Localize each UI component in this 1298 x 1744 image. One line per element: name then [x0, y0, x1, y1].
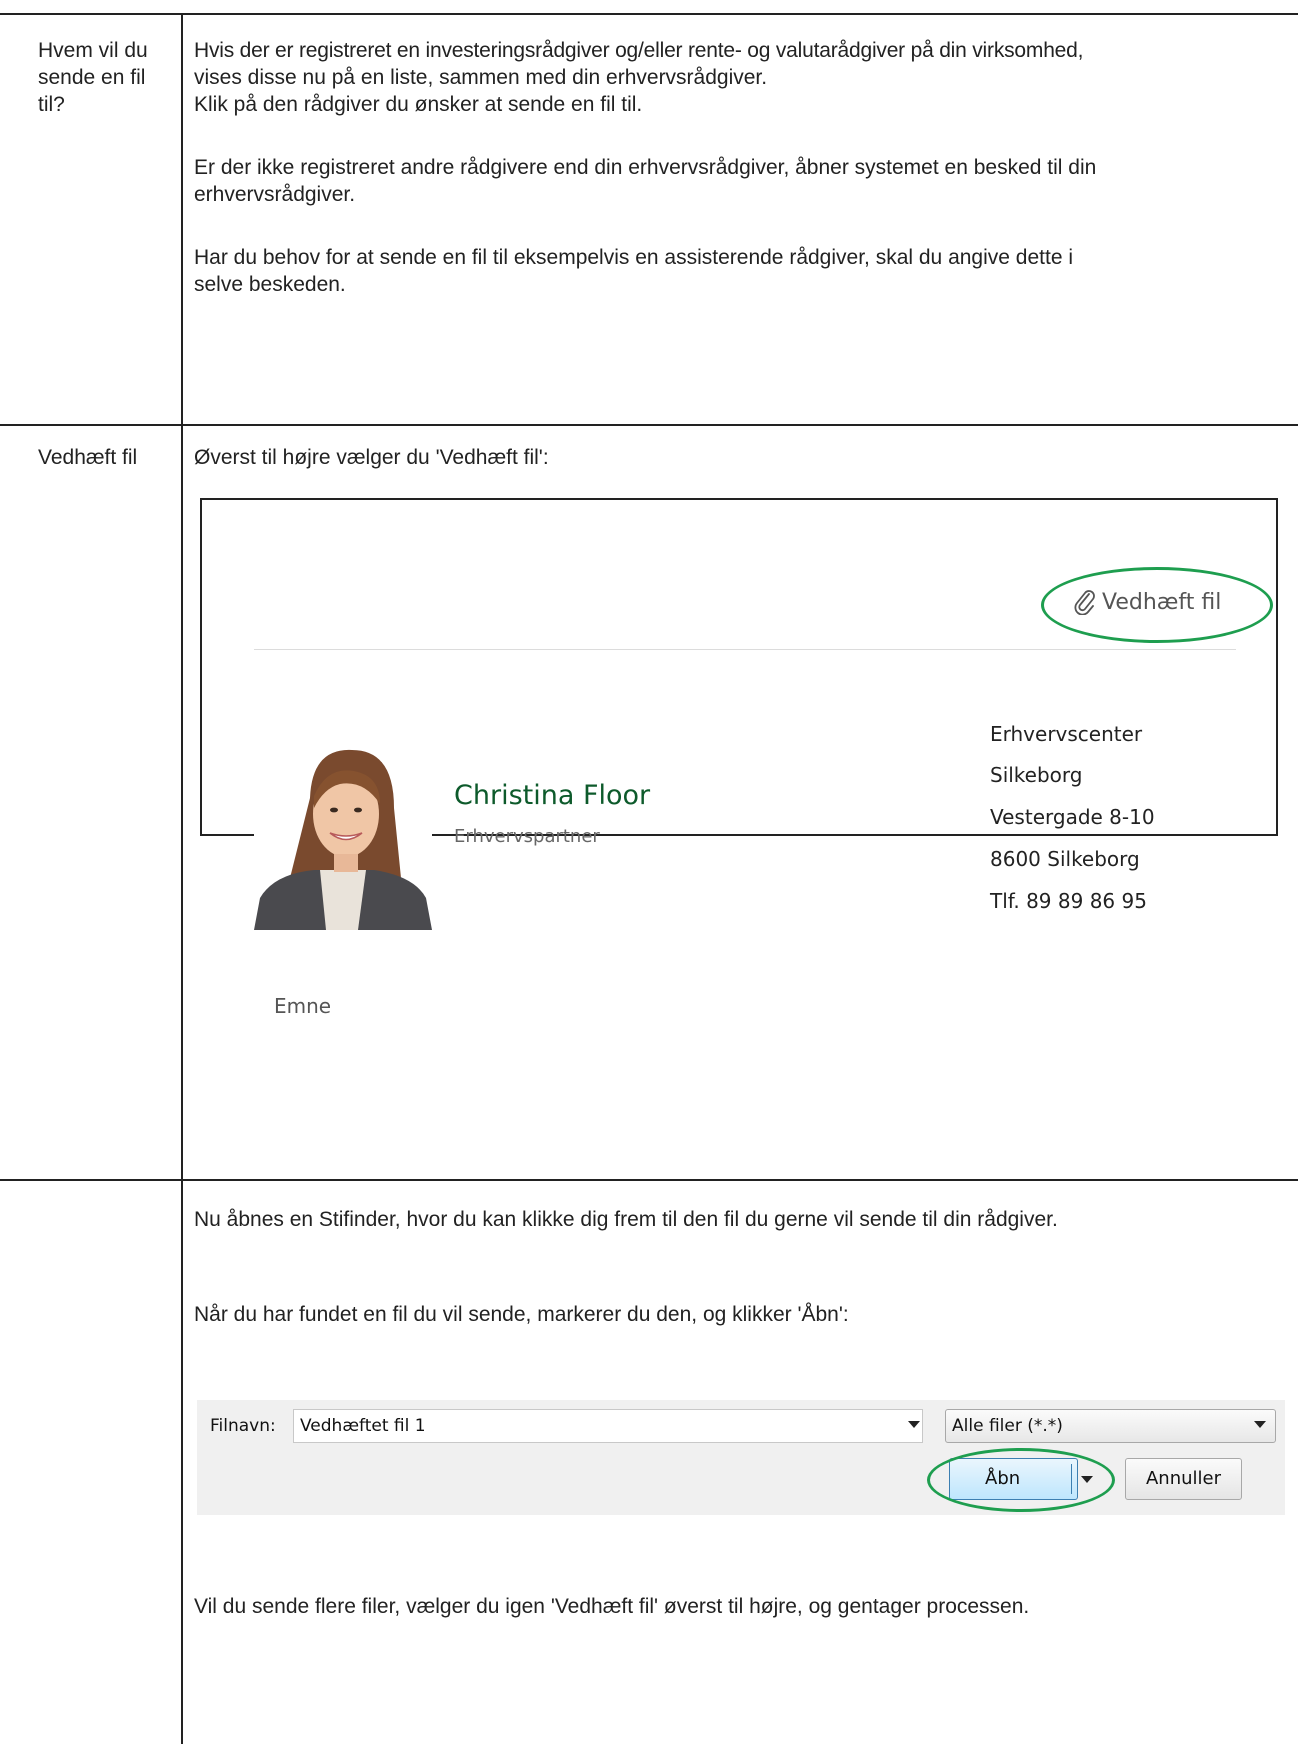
- file-type-select[interactable]: Alle filer (*.*): [945, 1409, 1276, 1443]
- address-line: Erhvervscenter: [990, 722, 1143, 746]
- subject-label: Emne: [274, 994, 332, 1018]
- chevron-down-icon[interactable]: [908, 1421, 920, 1428]
- no-other-advisors-line: Er der ikke registreret andre rådgivere …: [194, 156, 1097, 179]
- table-row-divider: [0, 1179, 1298, 1181]
- table-top-border: [0, 13, 1298, 15]
- recipient-paragraph-line: Klik på den rådgiver du ønsker at sende …: [194, 93, 643, 116]
- table-column-divider: [181, 13, 183, 1744]
- row-label-recipient: Hvem vil du sende en fil til?: [38, 39, 148, 116]
- select-file-text: Når du har fundet en fil du vil sende, m…: [194, 1303, 849, 1326]
- row-label-attach: Vedhæft fil: [38, 446, 138, 469]
- advisor-role: Erhvervspartner: [454, 826, 600, 847]
- address-line: Silkeborg: [990, 763, 1083, 787]
- attach-intro-text: Øverst til højre vælger du 'Vedhæft fil'…: [194, 446, 549, 469]
- file-explorer-text: Nu åbnes en Stifinder, hvor du kan klikk…: [194, 1208, 1058, 1231]
- recipient-paragraph-line: vises disse nu på en liste, sammen med d…: [194, 66, 768, 89]
- no-other-advisors-line: erhvervsrådgiver.: [194, 183, 356, 206]
- phone-line: Tlf. 89 89 86 95: [990, 889, 1147, 913]
- address-line: Vestergade 8-10: [990, 805, 1155, 829]
- assisting-advisor-line: selve beskeden.: [194, 273, 346, 296]
- assisting-advisor-line: Har du behov for at sende en fil til eks…: [194, 246, 1073, 269]
- advisor-portrait: [254, 738, 432, 930]
- advisor-name: Christina Floor: [454, 780, 651, 811]
- address-line: 8600 Silkeborg: [990, 847, 1140, 871]
- filename-input[interactable]: Vedhæftet fil 1: [293, 1409, 923, 1443]
- repeat-process-text: Vil du sende flere filer, vælger du igen…: [194, 1595, 1030, 1618]
- table-row-divider: [0, 424, 1298, 426]
- divider: [254, 649, 1236, 650]
- highlight-ring: [927, 1448, 1115, 1512]
- cancel-button[interactable]: Annuller: [1125, 1458, 1242, 1500]
- chevron-down-icon[interactable]: [1254, 1421, 1266, 1428]
- highlight-ring: [1041, 567, 1273, 643]
- filename-label: Filnavn:: [210, 1416, 276, 1436]
- advisor-photo: [254, 738, 432, 930]
- recipient-paragraph-line: Hvis der er registreret en investeringsr…: [194, 39, 1084, 62]
